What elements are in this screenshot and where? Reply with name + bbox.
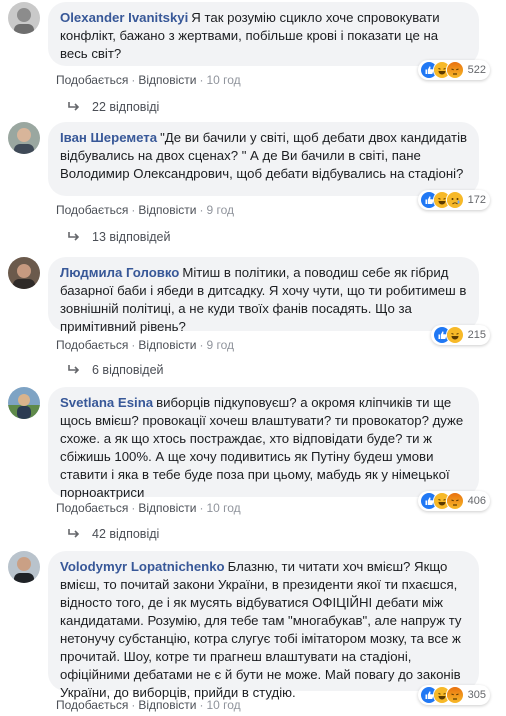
reactions-summary[interactable]: 522 bbox=[417, 60, 490, 80]
replies-count: 22 відповіді bbox=[92, 100, 160, 114]
reactions-summary[interactable]: 406 bbox=[417, 491, 490, 511]
like-button[interactable]: Подобається bbox=[56, 203, 128, 217]
reply-button[interactable]: Відповісти bbox=[138, 698, 196, 712]
comment-author[interactable]: Svetlana Esina bbox=[60, 395, 153, 410]
comment-actions: Подобається · Відповісти · 10 год bbox=[56, 73, 241, 87]
comment-bubble: Volodymyr Lopatnichenko Блазню, ти читати… bbox=[48, 551, 479, 700]
comment-bubble: Людмила Головко Мітиш в політики, а повод… bbox=[48, 257, 479, 334]
like-button[interactable]: Подобається bbox=[56, 501, 128, 515]
comment-bubble: Olexander Ivanitskyi Я так розумію сцикло… bbox=[48, 2, 479, 66]
reply-button[interactable]: Відповісти bbox=[138, 501, 196, 515]
separator: · bbox=[199, 698, 204, 712]
replies-count: 13 відповідей bbox=[92, 230, 171, 244]
avatar[interactable] bbox=[8, 2, 40, 34]
timestamp[interactable]: 10 год bbox=[206, 73, 240, 87]
comment-text: виборців підкуповуєш? а окромя кліпчиків… bbox=[60, 395, 464, 500]
separator: · bbox=[131, 73, 136, 87]
comment-actions: Подобається · Відповісти · 9 год bbox=[56, 338, 234, 352]
reply-button[interactable]: Відповісти bbox=[138, 203, 196, 217]
avatar[interactable] bbox=[8, 122, 40, 154]
separator: · bbox=[131, 698, 136, 712]
reply-button[interactable]: Відповісти bbox=[138, 338, 196, 352]
reply-button[interactable]: Відповісти bbox=[138, 73, 196, 87]
reply-arrow-icon bbox=[68, 529, 80, 538]
avatar[interactable] bbox=[8, 257, 40, 289]
comment-text: Блазню, ти читати хоч вмієш? Якщо вмієш,… bbox=[60, 559, 462, 700]
replies-count: 42 відповіді bbox=[92, 527, 160, 541]
comment-author[interactable]: Іван Шеремета bbox=[60, 130, 157, 145]
reaction-count: 215 bbox=[467, 329, 486, 341]
reactions-summary[interactable]: 215 bbox=[430, 325, 490, 345]
reaction-count: 406 bbox=[467, 495, 486, 507]
like-button[interactable]: Подобається bbox=[56, 338, 128, 352]
sad-icon bbox=[445, 191, 464, 209]
view-replies-link[interactable]: 42 відповіді bbox=[68, 527, 159, 541]
reply-arrow-icon bbox=[68, 365, 80, 374]
separator: · bbox=[199, 203, 204, 217]
angry-icon bbox=[445, 686, 464, 704]
avatar[interactable] bbox=[8, 387, 40, 419]
haha-icon bbox=[445, 326, 464, 344]
reaction-count: 305 bbox=[467, 689, 486, 701]
view-replies-link[interactable]: 13 відповідей bbox=[68, 230, 170, 244]
reactions-summary[interactable]: 172 bbox=[417, 190, 490, 210]
separator: · bbox=[199, 338, 204, 352]
avatar[interactable] bbox=[8, 551, 40, 583]
separator: · bbox=[199, 73, 204, 87]
timestamp[interactable]: 9 год bbox=[206, 338, 234, 352]
reaction-count: 172 bbox=[467, 194, 486, 206]
separator: · bbox=[131, 501, 136, 515]
timestamp[interactable]: 10 год bbox=[206, 698, 240, 712]
view-replies-link[interactable]: 6 відповідей bbox=[68, 363, 164, 377]
view-replies-link[interactable]: 22 відповіді bbox=[68, 100, 159, 114]
reply-arrow-icon bbox=[68, 232, 80, 241]
like-button[interactable]: Подобається bbox=[56, 698, 128, 712]
comment-bubble: Іван Шеремета "Де ви бачили у світі, щоб … bbox=[48, 122, 479, 196]
angry-icon bbox=[445, 61, 464, 79]
like-button[interactable]: Подобається bbox=[56, 73, 128, 87]
comment-actions: Подобається · Відповісти · 10 год bbox=[56, 501, 241, 515]
comment-actions: Подобається · Відповісти · 10 год bbox=[56, 698, 241, 712]
separator: · bbox=[131, 203, 136, 217]
comment-author[interactable]: Volodymyr Lopatnichenko bbox=[60, 559, 225, 574]
timestamp[interactable]: 9 год bbox=[206, 203, 234, 217]
timestamp[interactable]: 10 год bbox=[206, 501, 240, 515]
comment-actions: Подобається · Відповісти · 9 год bbox=[56, 203, 234, 217]
reaction-count: 522 bbox=[467, 64, 486, 76]
comment-bubble: Svetlana Esina виборців підкуповуєш? а ок… bbox=[48, 387, 479, 500]
separator: · bbox=[199, 501, 204, 515]
comment-author[interactable]: Olexander Ivanitskyi bbox=[60, 10, 188, 25]
reply-arrow-icon bbox=[68, 102, 80, 111]
replies-count: 6 відповідей bbox=[92, 363, 164, 377]
angry-icon bbox=[445, 492, 464, 510]
comment-author[interactable]: Людмила Головко bbox=[60, 265, 179, 280]
separator: · bbox=[131, 338, 136, 352]
reactions-summary[interactable]: 305 bbox=[417, 685, 490, 705]
